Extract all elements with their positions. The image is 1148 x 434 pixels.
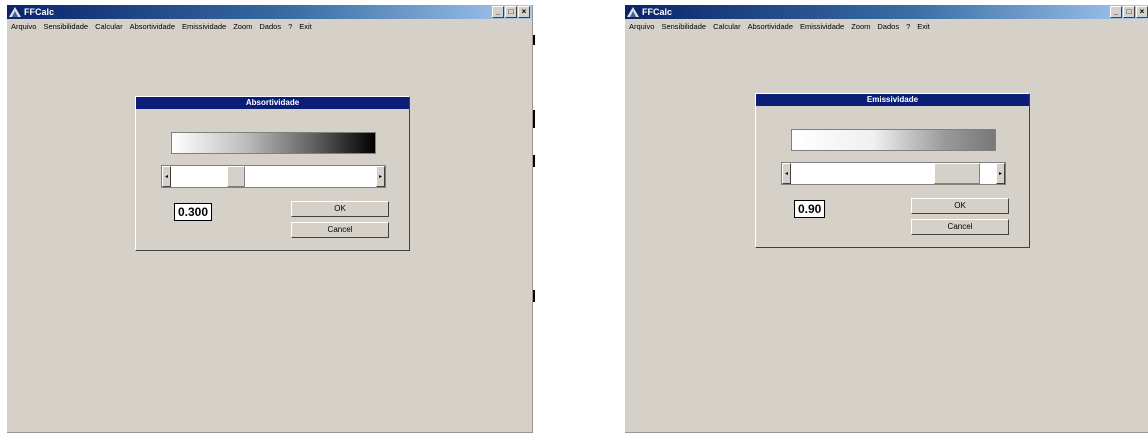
edge-mark	[533, 35, 535, 45]
maximize-button[interactable]: □	[505, 6, 517, 18]
window-title: FFCalc	[24, 7, 55, 17]
scroll-left-arrow-icon[interactable]: ◂	[162, 166, 171, 187]
ok-button[interactable]: OK	[911, 198, 1009, 214]
slider-thumb[interactable]	[934, 163, 981, 184]
menu-arquivo[interactable]: Arquivo	[629, 20, 654, 33]
menu-zoom[interactable]: Zoom	[851, 20, 870, 33]
emissividade-dialog: Emissividade ◂ ▸ 0.90 OK Cancel	[755, 93, 1030, 248]
emissivity-slider[interactable]: ◂ ▸	[781, 162, 1006, 185]
scroll-left-arrow-icon[interactable]: ◂	[782, 163, 791, 184]
cancel-button[interactable]: Cancel	[291, 222, 389, 238]
dialog-title: Absortividade	[136, 97, 409, 109]
close-button[interactable]: ×	[518, 6, 530, 18]
dialog-title: Emissividade	[756, 94, 1029, 106]
ok-button[interactable]: OK	[291, 201, 389, 217]
menu-sensibilidade[interactable]: Sensibilidade	[661, 20, 706, 33]
menu-emissividade[interactable]: Emissividade	[182, 20, 226, 33]
menu-exit[interactable]: Exit	[917, 20, 930, 33]
menu-help[interactable]: ?	[906, 20, 910, 33]
window-title: FFCalc	[642, 7, 673, 17]
menu-zoom[interactable]: Zoom	[233, 20, 252, 33]
absorptivity-slider[interactable]: ◂ ▸	[161, 165, 386, 188]
ffcalc-window-right: FFCalc _ □ × Arquivo Sensibilidade Calcu…	[625, 5, 1148, 433]
menu-emissividade[interactable]: Emissividade	[800, 20, 844, 33]
menu-bar: Arquivo Sensibilidade Calcular Absortivi…	[625, 20, 1148, 33]
maximize-button[interactable]: □	[1123, 6, 1135, 18]
menu-help[interactable]: ?	[288, 20, 292, 33]
menu-absortividade[interactable]: Absortividade	[130, 20, 175, 33]
minimize-button[interactable]: _	[1110, 6, 1122, 18]
menu-exit[interactable]: Exit	[299, 20, 312, 33]
menu-bar: Arquivo Sensibilidade Calcular Absortivi…	[7, 20, 532, 33]
edge-mark	[533, 110, 535, 128]
scroll-right-arrow-icon[interactable]: ▸	[376, 166, 385, 187]
scroll-right-arrow-icon[interactable]: ▸	[996, 163, 1005, 184]
app-icon	[627, 7, 639, 17]
menu-arquivo[interactable]: Arquivo	[11, 20, 36, 33]
title-bar[interactable]: FFCalc _ □ ×	[7, 5, 532, 19]
absortividade-dialog: Absortividade ◂ ▸ 0.300 OK Cancel	[135, 96, 410, 251]
title-bar[interactable]: FFCalc _ □ ×	[625, 5, 1148, 19]
slider-thumb[interactable]	[227, 166, 246, 187]
edge-mark	[533, 155, 535, 167]
menu-dados[interactable]: Dados	[877, 20, 899, 33]
emissivity-value: 0.90	[794, 200, 826, 218]
absorptivity-gradient-preview	[171, 132, 376, 154]
emissivity-gradient-preview	[791, 129, 996, 151]
minimize-button[interactable]: _	[492, 6, 504, 18]
menu-calcular[interactable]: Calcular	[95, 20, 123, 33]
menu-dados[interactable]: Dados	[259, 20, 281, 33]
app-icon	[9, 7, 21, 17]
menu-calcular[interactable]: Calcular	[713, 20, 741, 33]
ffcalc-window-left: FFCalc _ □ × Arquivo Sensibilidade Calcu…	[7, 5, 533, 433]
menu-sensibilidade[interactable]: Sensibilidade	[43, 20, 88, 33]
absorptivity-value: 0.300	[174, 203, 213, 221]
close-button[interactable]: ×	[1136, 6, 1148, 18]
menu-absortividade[interactable]: Absortividade	[748, 20, 793, 33]
edge-mark	[533, 290, 535, 302]
cancel-button[interactable]: Cancel	[911, 219, 1009, 235]
